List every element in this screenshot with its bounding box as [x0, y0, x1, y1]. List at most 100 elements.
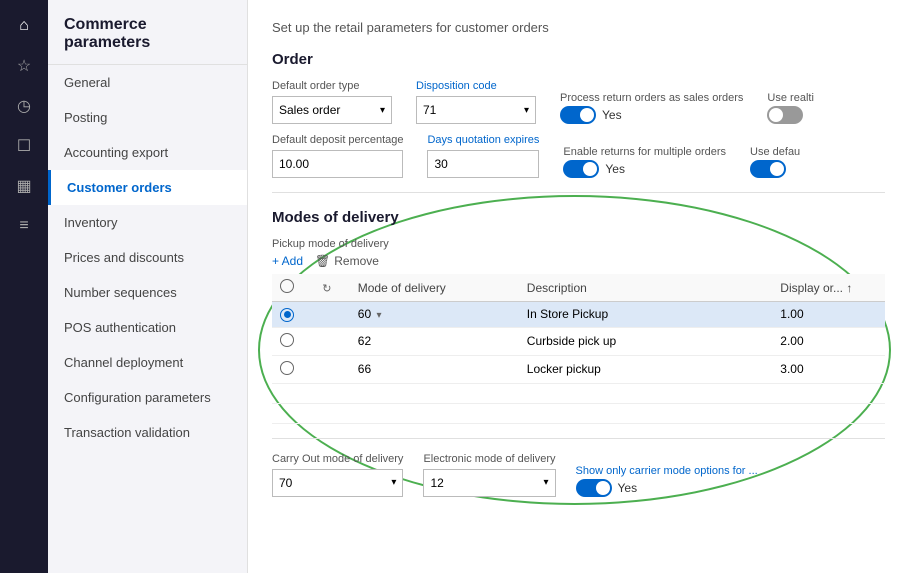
table-row-empty	[272, 383, 885, 403]
toolbar: + Add 🗑 Remove	[272, 254, 885, 268]
disposition-code-label: Disposition code	[416, 80, 536, 92]
form-row-2: Default deposit percentage 10.00 Days qu…	[272, 134, 885, 178]
row3-check[interactable]	[272, 355, 314, 383]
sidebar-item-transaction-validation[interactable]: Transaction validation	[48, 415, 247, 450]
chevron-down-icon3: ▾	[391, 477, 396, 488]
row2-radio[interactable]	[280, 333, 294, 347]
enable-returns-label: Enable returns for multiple orders	[563, 146, 726, 158]
sidebar-item-customer-orders[interactable]: Customer orders	[48, 170, 247, 205]
sidebar-item-posting[interactable]: Posting	[48, 100, 247, 135]
row3-refresh	[314, 355, 350, 383]
sidebar-item-number-sequences[interactable]: Number sequences	[48, 275, 247, 310]
delivery-section: Modes of delivery Pickup mode of deliver…	[272, 209, 885, 497]
row3-radio[interactable]	[280, 361, 294, 375]
electronic-group: Electronic mode of delivery 12 ▾	[423, 453, 555, 497]
delivery-table: ↻ Mode of delivery Description Display o…	[272, 274, 885, 424]
default-deposit-input[interactable]: 10.00	[272, 150, 403, 178]
disposition-code-select[interactable]: 71 ▾	[416, 96, 536, 124]
row1-radio[interactable]	[280, 308, 294, 322]
use-realtime-toggle-group	[767, 106, 813, 124]
row1-code: 60 ▾	[350, 302, 519, 328]
process-return-toggle[interactable]	[560, 106, 596, 124]
main-content: Set up the retail parameters for custome…	[248, 0, 909, 573]
default-order-type-group: Default order type Sales order ▾	[272, 80, 392, 124]
disposition-code-group: Disposition code 71 ▾	[416, 80, 536, 124]
row3-display-order: 3.00	[772, 355, 885, 383]
bookmark-icon[interactable]: ☐	[6, 128, 42, 164]
form-row-1: Default order type Sales order ▾ Disposi…	[272, 80, 885, 124]
sidebar-item-prices-discounts[interactable]: Prices and discounts	[48, 240, 247, 275]
order-title: Order	[272, 51, 885, 68]
show-only-value: Yes	[618, 481, 638, 495]
sidebar-item-pos-authentication[interactable]: POS authentication	[48, 310, 247, 345]
sidebar-item-configuration-parameters[interactable]: Configuration parameters	[48, 380, 247, 415]
days-quotation-group: Days quotation expires 30	[427, 134, 539, 178]
section-description: Set up the retail parameters for custome…	[272, 20, 885, 35]
home-icon[interactable]: ⌂	[6, 8, 42, 44]
row1-check[interactable]	[272, 302, 314, 328]
show-only-toggle[interactable]	[576, 479, 612, 497]
chevron-down-icon2: ▾	[524, 105, 529, 116]
use-realtime-label: Use realti	[767, 92, 813, 104]
show-only-group: Show only carrier mode options for ... Y…	[576, 465, 758, 497]
sidebar-item-general[interactable]: General	[48, 65, 247, 100]
electronic-value: 12	[430, 476, 443, 490]
row1-display-order: 1.00	[772, 302, 885, 328]
table-row[interactable]: 60 ▾ In Store Pickup 1.00	[272, 302, 885, 328]
table-row-empty2	[272, 403, 885, 423]
row1-refresh	[314, 302, 350, 328]
nav-rail: ⌂ ☆ ◷ ☐ ▦ ≡	[0, 0, 48, 573]
show-only-label: Show only carrier mode options for ...	[576, 465, 758, 477]
days-quotation-label: Days quotation expires	[427, 134, 539, 146]
default-order-type-select[interactable]: Sales order ▾	[272, 96, 392, 124]
show-only-toggle-group: Yes	[576, 479, 758, 497]
electronic-label: Electronic mode of delivery	[423, 453, 555, 465]
enable-returns-toggle-group: Yes	[563, 160, 726, 178]
row2-description: Curbside pick up	[519, 327, 773, 355]
row2-refresh	[314, 327, 350, 355]
delivery-inner: Modes of delivery Pickup mode of deliver…	[272, 209, 885, 497]
pickup-label: Pickup mode of delivery	[272, 238, 885, 250]
row2-display-order: 2.00	[772, 327, 885, 355]
carry-out-select[interactable]: 70 ▾	[272, 469, 403, 497]
use-default-group: Use defau	[750, 146, 800, 178]
enable-returns-toggle[interactable]	[563, 160, 599, 178]
default-deposit-group: Default deposit percentage 10.00	[272, 134, 403, 178]
list-icon[interactable]: ≡	[6, 208, 42, 244]
clock-icon[interactable]: ◷	[6, 88, 42, 124]
default-order-type-label: Default order type	[272, 80, 392, 92]
star-icon[interactable]: ☆	[6, 48, 42, 84]
col-display-header[interactable]: Display or... ↑	[772, 274, 885, 302]
sidebar-item-channel-deployment[interactable]: Channel deployment	[48, 345, 247, 380]
sidebar-title: Commerce parameters	[48, 0, 247, 65]
default-deposit-value: 10.00	[279, 157, 309, 171]
electronic-select[interactable]: 12 ▾	[423, 469, 555, 497]
table-header-row: ↻ Mode of delivery Description Display o…	[272, 274, 885, 302]
carry-out-value: 70	[279, 476, 292, 490]
grid-icon[interactable]: ▦	[6, 168, 42, 204]
sidebar-item-inventory[interactable]: Inventory	[48, 205, 247, 240]
add-button[interactable]: + Add	[272, 254, 303, 268]
row2-check[interactable]	[272, 327, 314, 355]
row3-description: Locker pickup	[519, 355, 773, 383]
refresh-icon[interactable]: ↻	[322, 283, 331, 295]
process-return-value: Yes	[602, 108, 622, 122]
table-row[interactable]: 66 Locker pickup 3.00	[272, 355, 885, 383]
days-quotation-input[interactable]: 30	[427, 150, 539, 178]
row2-code: 62	[350, 327, 519, 355]
enable-returns-group: Enable returns for multiple orders Yes	[563, 146, 726, 178]
use-realtime-toggle[interactable]	[767, 106, 803, 124]
use-default-toggle[interactable]	[750, 160, 786, 178]
sidebar-item-accounting-export[interactable]: Accounting export	[48, 135, 247, 170]
sidebar: Commerce parameters General Posting Acco…	[48, 0, 248, 573]
remove-button-label: Remove	[334, 254, 379, 268]
chevron-down-icon: ▾	[380, 105, 385, 116]
table-row[interactable]: 62 Curbside pick up 2.00	[272, 327, 885, 355]
col-refresh-header: ↻	[314, 274, 350, 302]
bottom-form: Carry Out mode of delivery 70 ▾ Electron…	[272, 453, 885, 497]
col-mode-header[interactable]: Mode of delivery	[350, 274, 519, 302]
table-body: 60 ▾ In Store Pickup 1.00 62 Curbside	[272, 302, 885, 424]
remove-button[interactable]: 🗑 Remove	[315, 254, 379, 268]
disposition-code-value: 71	[423, 103, 436, 117]
header-radio[interactable]	[280, 279, 294, 293]
